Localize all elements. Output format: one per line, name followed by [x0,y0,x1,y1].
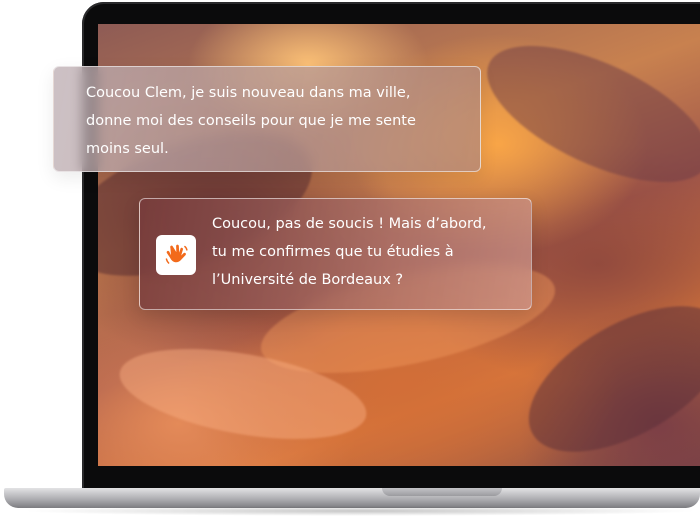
waving-hand-icon [165,244,188,264]
user-message-bubble: Coucou Clem, je suis nouveau dans ma vil… [53,66,481,172]
assistant-avatar [156,235,196,275]
laptop-notch [382,488,502,496]
assistant-message-text: Coucou, pas de soucis ! Mais d’abord, tu… [212,216,487,288]
laptop-shadow [20,506,700,516]
user-message-text: Coucou Clem, je suis nouveau dans ma vil… [86,85,416,157]
assistant-message-bubble: Coucou, pas de soucis ! Mais d’abord, tu… [139,198,532,310]
laptop-base [4,488,700,508]
